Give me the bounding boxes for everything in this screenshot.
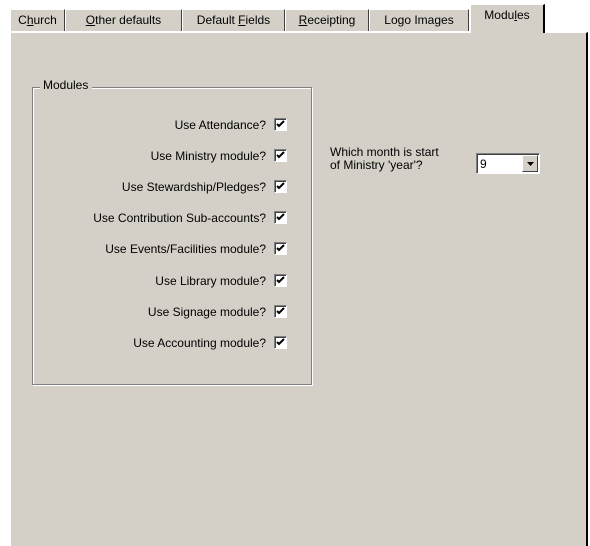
use-library-module-checkbox[interactable]	[274, 274, 287, 287]
use-stewardship-pledges-checkbox[interactable]	[274, 180, 287, 193]
use-contribution-sub-accounts-checkbox[interactable]	[274, 211, 287, 224]
ministry-year-start-month-value: 9	[480, 157, 487, 171]
checkmark-icon	[276, 338, 285, 346]
use-ministry-module-checkbox[interactable]	[274, 149, 287, 162]
use-accounting-module-checkbox[interactable]	[274, 336, 287, 349]
use-events-facilities-module-checkbox[interactable]	[274, 242, 287, 255]
tab-label: Receipting	[298, 13, 356, 27]
use-stewardship-pledges-label: Use Stewardship/Pledges?	[121, 180, 266, 194]
checkmark-icon	[276, 213, 285, 221]
dropdown-button[interactable]	[522, 155, 538, 172]
checkmark-icon	[276, 276, 285, 284]
checkmark-icon	[276, 307, 285, 315]
ministry-year-question-line2: of Ministry 'year'?	[330, 158, 423, 172]
checkmark-icon	[276, 151, 285, 159]
checkmark-icon	[276, 182, 285, 190]
use-attendance-checkbox[interactable]	[274, 118, 287, 131]
modules-group-title: Modules	[40, 78, 93, 92]
tab-label: Other defaults	[85, 13, 162, 27]
tab-default-fields[interactable]: Default Fields	[182, 9, 285, 31]
tab-label: Logo Images	[384, 13, 454, 27]
chevron-down-icon	[527, 162, 534, 166]
checkmark-icon	[276, 244, 285, 252]
use-signage-module-checkbox[interactable]	[274, 305, 287, 318]
tab-modules[interactable]: Modules	[470, 4, 545, 33]
tab-label: Church	[18, 13, 57, 27]
checkmark-icon	[276, 120, 285, 128]
tab-receipting[interactable]: Receipting	[285, 9, 369, 31]
use-events-facilities-module-label: Use Events/Facilities module?	[105, 242, 266, 256]
use-accounting-module-label: Use Accounting module?	[133, 336, 266, 350]
ministry-year-question: Which month is start of Ministry 'year'?	[330, 146, 470, 172]
use-library-module-label: Use Library module?	[155, 274, 266, 288]
tab-label: Modules	[484, 8, 530, 22]
use-attendance-label: Use Attendance?	[174, 118, 266, 132]
use-signage-module-label: Use Signage module?	[147, 305, 266, 319]
tab-church[interactable]: Church	[10, 9, 65, 31]
tab-other-defaults[interactable]: Other defaults	[65, 9, 182, 31]
tab-label: Default Fields	[196, 13, 271, 27]
ministry-year-start-month-select[interactable]: 9	[476, 153, 540, 174]
use-contribution-sub-accounts-label: Use Contribution Sub-accounts?	[93, 211, 266, 225]
use-ministry-module-label: Use Ministry module?	[150, 149, 266, 163]
tab-logo-images[interactable]: Logo Images	[369, 9, 469, 31]
